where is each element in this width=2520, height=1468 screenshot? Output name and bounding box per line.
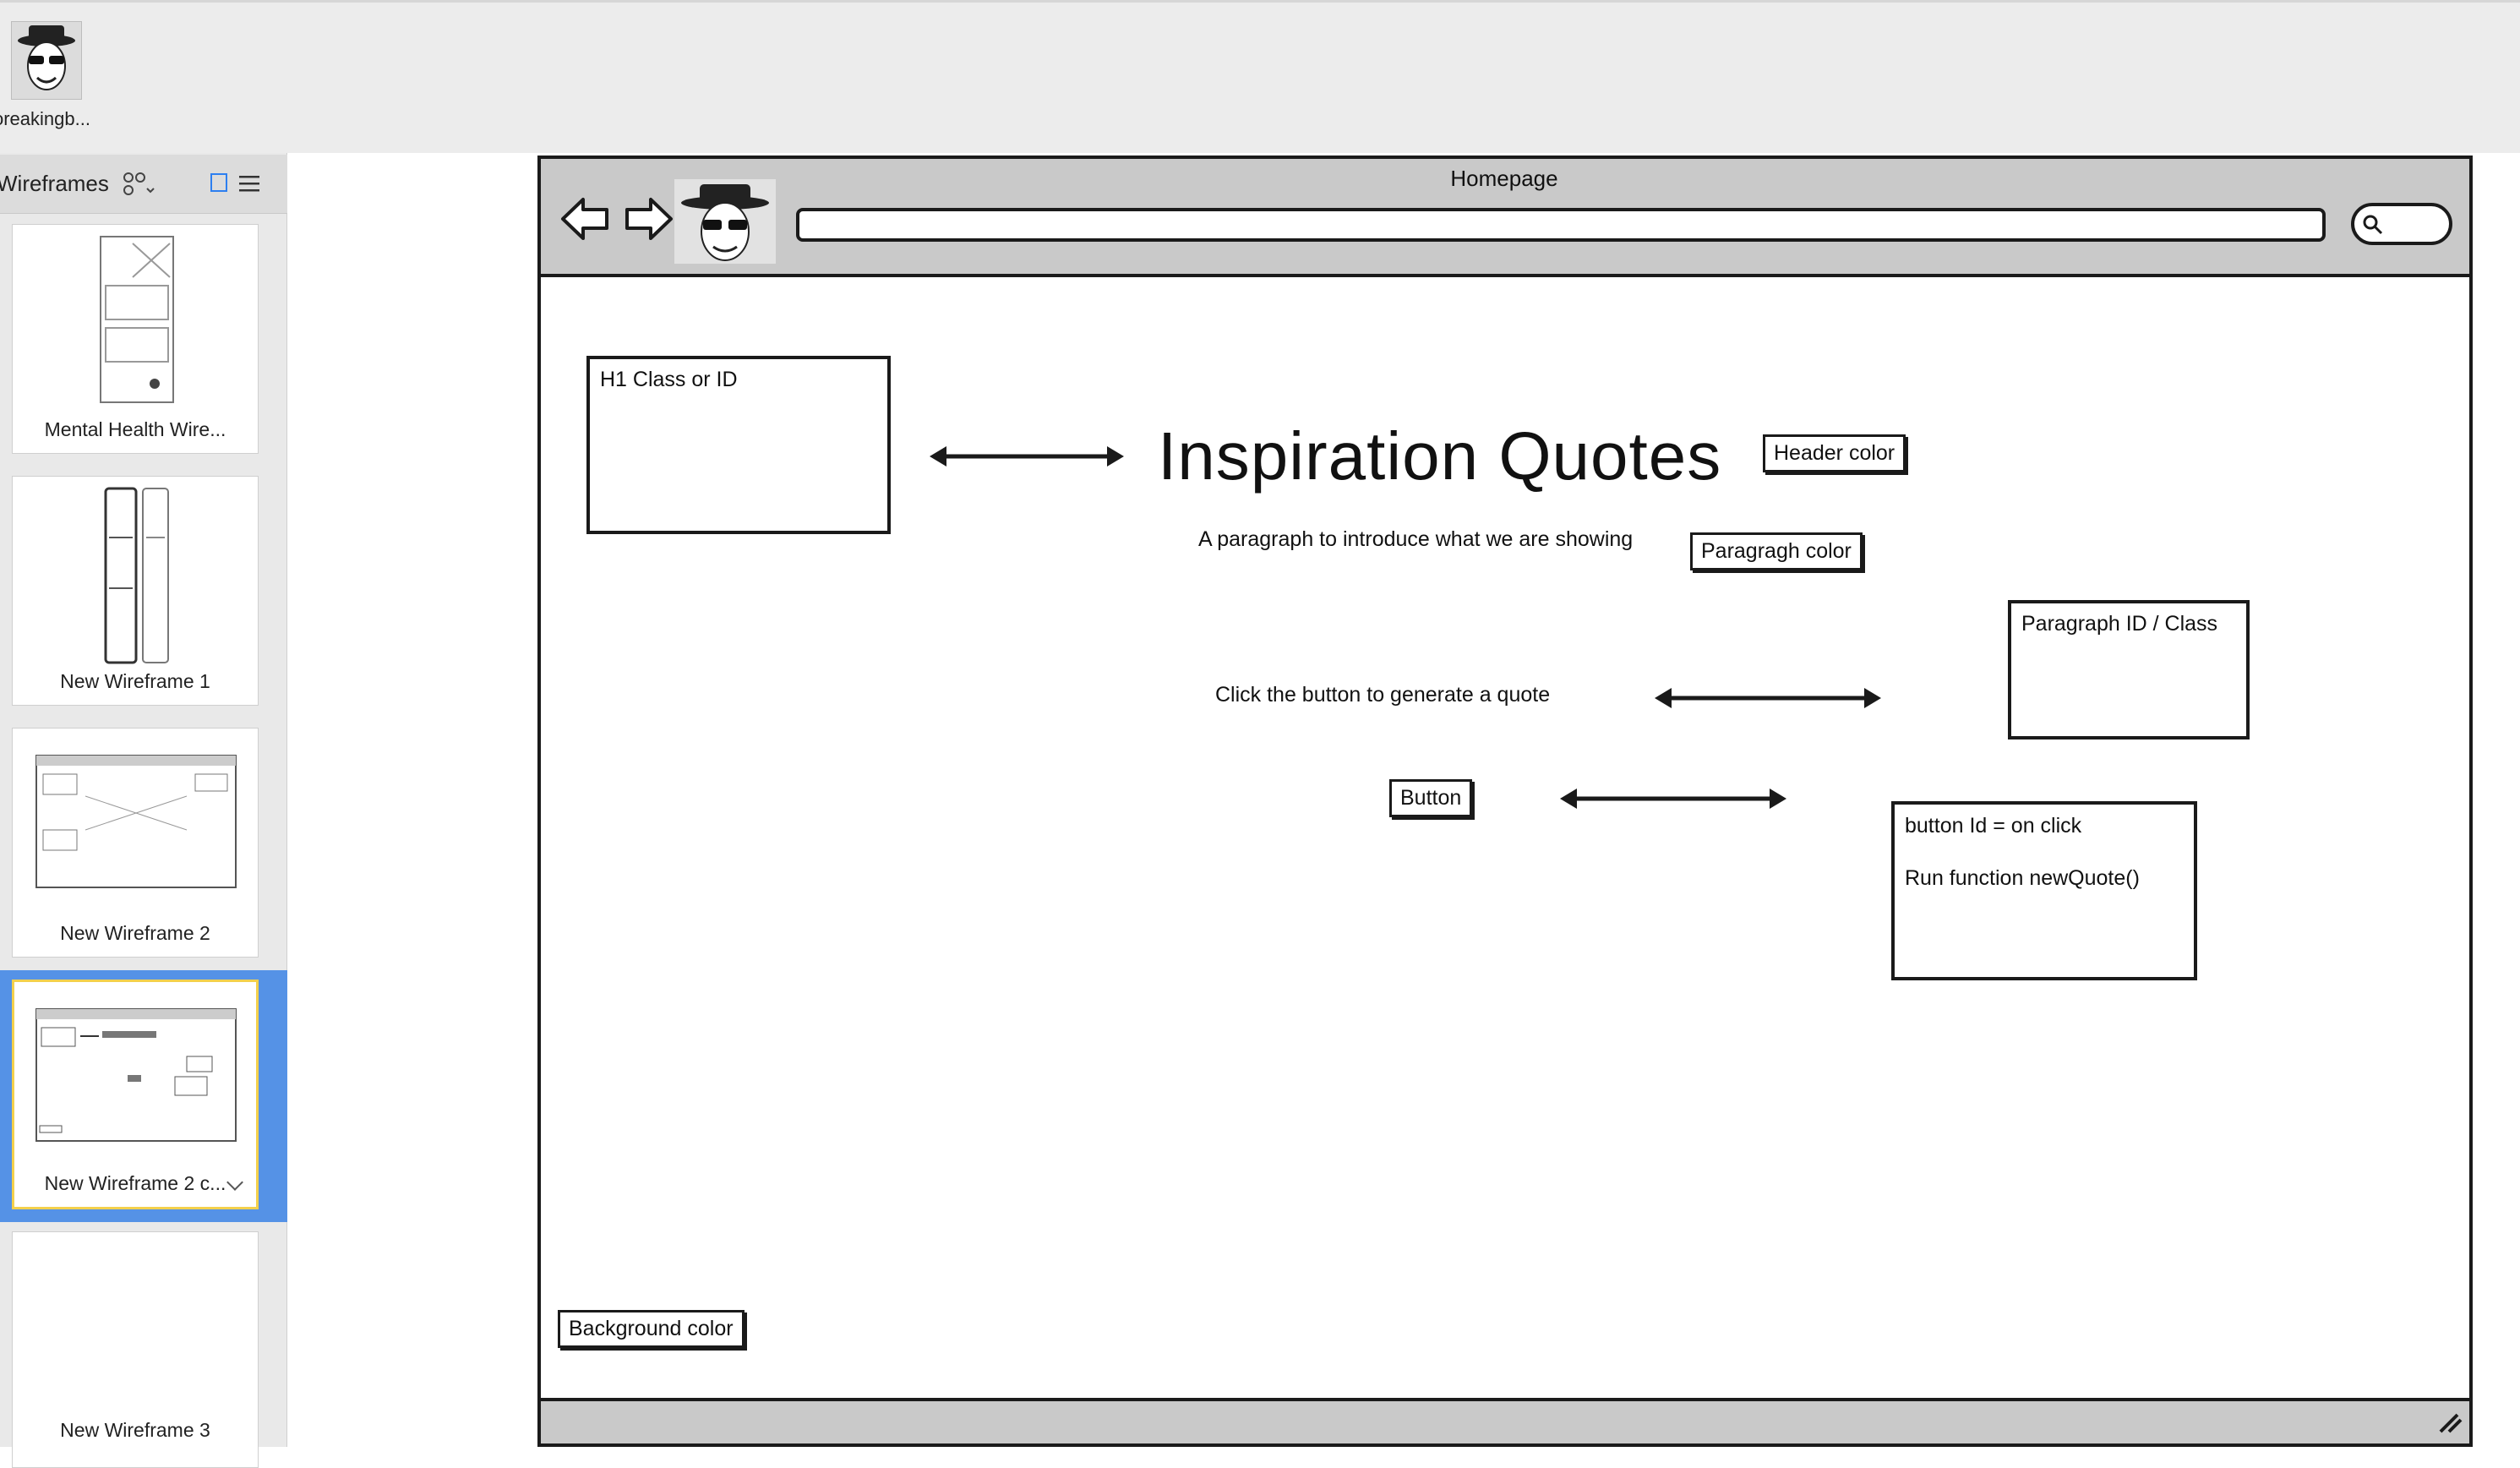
double-arrow: [930, 446, 1124, 467]
grid-view-icon[interactable]: [210, 173, 227, 192]
back-arrow-icon[interactable]: [559, 196, 612, 246]
list-view-icon[interactable]: [239, 174, 259, 193]
intro-paragraph: A paragraph to introduce what we are sho…: [1198, 527, 1634, 551]
header-color-tag: Header color: [1763, 434, 1906, 472]
paragraph-id-annotation-box: Paragraph ID / Class: [2008, 600, 2250, 739]
double-arrow: [1560, 789, 1786, 809]
resize-handle-icon[interactable]: [2437, 1411, 2463, 1435]
background-color-tag: Background color: [558, 1310, 745, 1348]
card-label: New Wireframe 3: [60, 1419, 210, 1441]
button-annotation-line1: button Id = on click: [1905, 814, 2082, 838]
url-bar[interactable]: [796, 208, 2326, 242]
paragraph-color-tag: Paragragh color: [1690, 532, 1863, 570]
h1-annotation-label: H1 Class or ID: [600, 368, 738, 391]
h1-annotation-box: H1 Class or ID: [586, 356, 891, 534]
asset-strip: [0, 0, 2520, 153]
card-label: New Wireframe 1: [60, 670, 210, 692]
wireframe-card[interactable]: New Wireframe 2: [12, 728, 259, 958]
paragraph-id-annotation-label: Paragraph ID / Class: [2021, 612, 2218, 636]
asset-label: oreakingb...: [0, 108, 90, 129]
browser-status-bar: [541, 1398, 2469, 1443]
branch-icon[interactable]: [122, 172, 155, 197]
generate-instruction-text: Click the button to generate a quote: [1215, 683, 1551, 707]
main-heading: Inspiration Quotes: [1158, 418, 1722, 494]
wireframe-card[interactable]: New Wireframe 1: [12, 476, 259, 706]
card-label: Mental Health Wire...: [44, 418, 226, 440]
card-label: New Wireframe 2: [60, 922, 210, 944]
generate-quote-button[interactable]: Button: [1389, 779, 1473, 817]
site-logo-image: [674, 179, 776, 264]
forward-arrow-icon[interactable]: [622, 196, 674, 246]
asset-thumbnail[interactable]: [11, 21, 82, 100]
sidebar-title: Wireframes: [0, 171, 109, 196]
wireframe-card-selected[interactable]: New Wireframe 2 c...: [12, 980, 259, 1209]
wireframe-card[interactable]: New Wireframe 3: [12, 1231, 259, 1468]
card-label: New Wireframe 2 c...: [44, 1172, 226, 1194]
button-annotation-box: button Id = on click Run function newQuo…: [1891, 801, 2197, 980]
wireframe-card[interactable]: Mental Health Wire...: [12, 224, 259, 454]
page-title: Homepage: [1450, 166, 1558, 191]
search-icon: [2363, 215, 2383, 235]
button-annotation-line2: Run function newQuote(): [1905, 866, 2140, 890]
search-field[interactable]: [2351, 203, 2452, 245]
double-arrow: [1655, 688, 1881, 708]
